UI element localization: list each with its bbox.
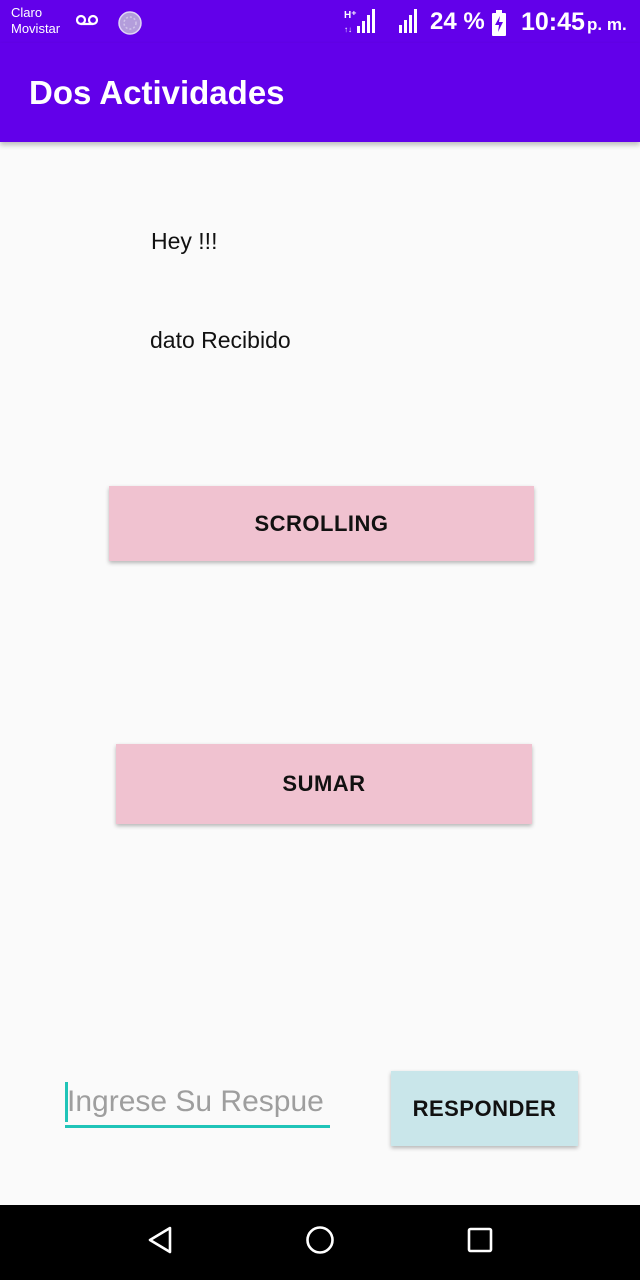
- clock-time: 10:45: [521, 8, 585, 36]
- received-data-text: dato Recibido: [150, 327, 291, 353]
- battery-percent: 24 %: [430, 8, 485, 35]
- sumar-button[interactable]: SUMAR: [116, 744, 532, 824]
- answer-input-container: [65, 1078, 330, 1132]
- voicemail-icon: [75, 13, 99, 32]
- app-bar: Dos Actividades: [0, 43, 640, 142]
- greeting-text: Hey !!!: [151, 228, 218, 254]
- svg-text:↑↓: ↑↓: [344, 25, 352, 34]
- carrier-line-1: Claro: [11, 5, 43, 20]
- text-cursor: [65, 1082, 68, 1122]
- clock-ampm: p. m.: [587, 15, 627, 34]
- recents-icon: [467, 1227, 493, 1258]
- status-bar: Claro Movistar H⁺ ↑↓ 24 % 10:45 p. m.: [0, 0, 640, 43]
- svg-text:H⁺: H⁺: [344, 10, 357, 21]
- signal-icon: [398, 9, 420, 38]
- back-button[interactable]: [120, 1205, 200, 1280]
- carrier-names: Claro Movistar: [11, 5, 60, 37]
- recents-button[interactable]: [440, 1205, 520, 1280]
- responder-button[interactable]: RESPONDER: [391, 1071, 578, 1146]
- carrier-line-2: Movistar: [11, 21, 61, 36]
- answer-input[interactable]: [65, 1078, 330, 1128]
- sync-icon: [117, 10, 143, 41]
- scrolling-button[interactable]: SCROLLING: [109, 486, 534, 561]
- home-icon: [305, 1225, 335, 1260]
- battery-charging-icon: [491, 10, 507, 41]
- back-icon: [147, 1226, 173, 1259]
- navigation-bar: [0, 1205, 640, 1280]
- home-button[interactable]: [280, 1205, 360, 1280]
- app-title: Dos Actividades: [29, 74, 285, 111]
- signal-hplus-icon: H⁺ ↑↓: [344, 8, 378, 39]
